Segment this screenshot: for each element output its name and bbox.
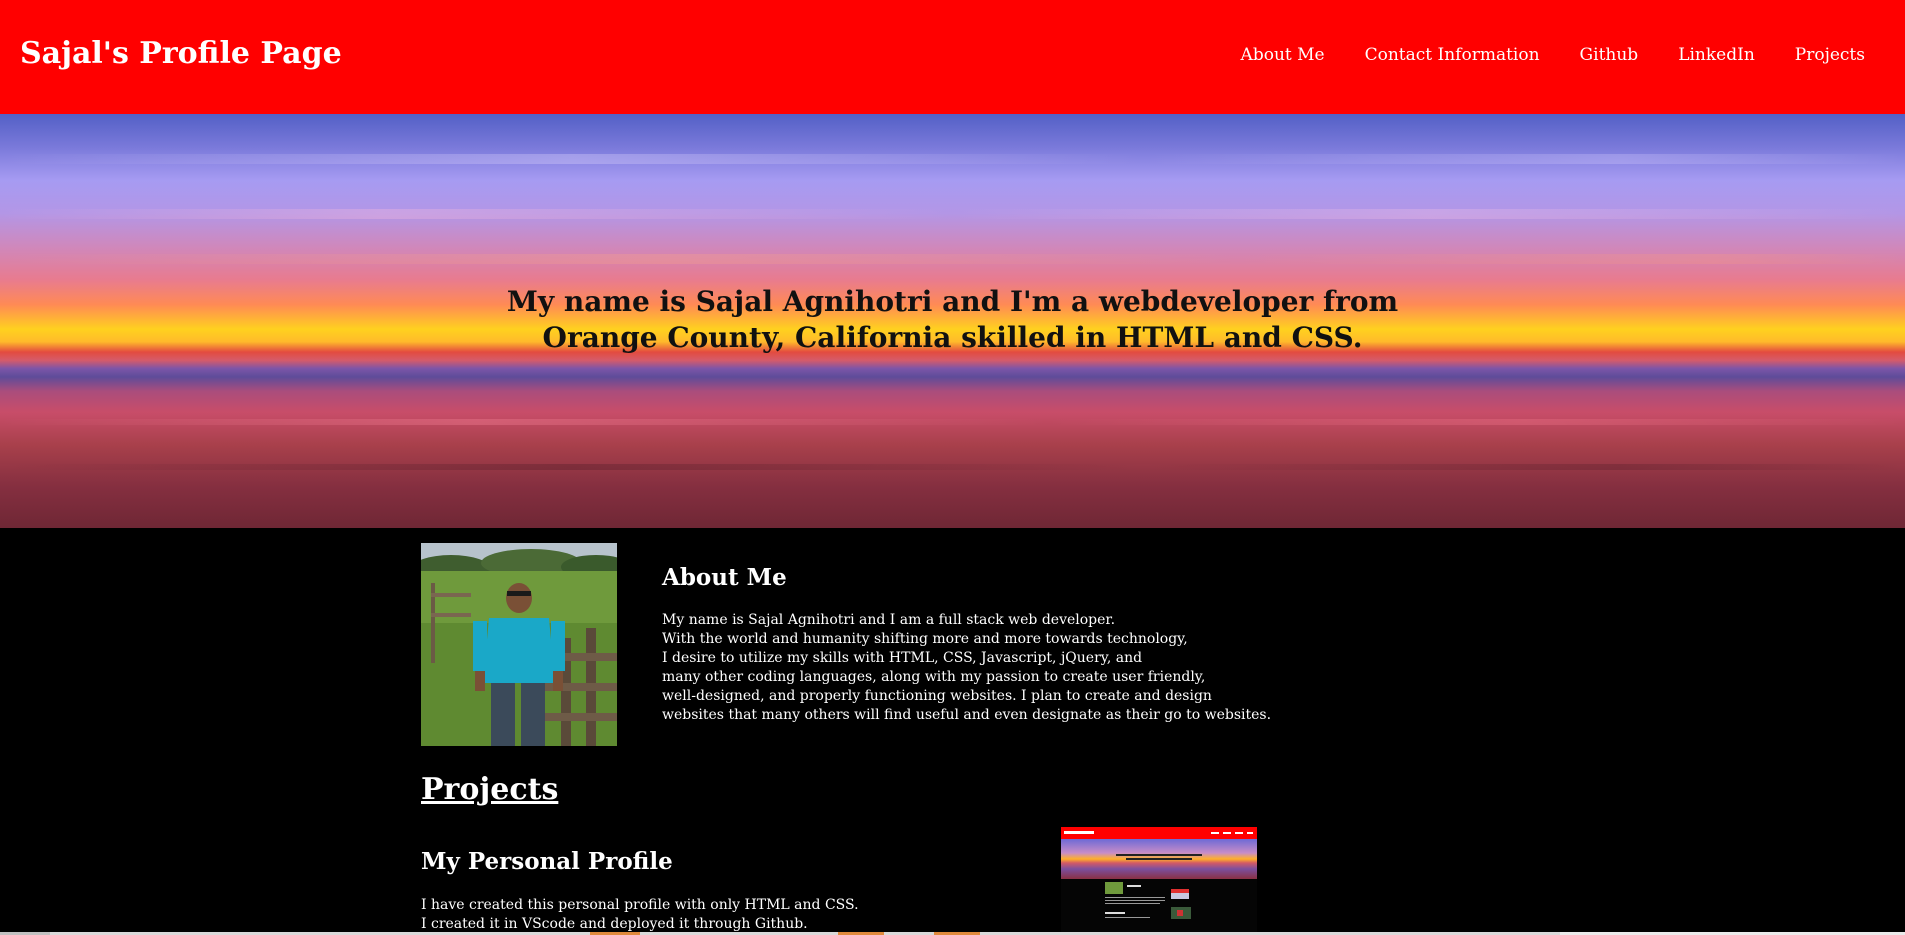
about-text-line: many other coding languages, along with …: [662, 669, 1206, 685]
hero-water-streak: [0, 419, 1905, 425]
about-text-line: websites that many others will find usef…: [662, 707, 1272, 723]
about-title: About Me: [662, 564, 787, 591]
nav-link-contact-information[interactable]: Contact Information: [1365, 42, 1540, 68]
about-text: My name is Sajal Agnihotri and I am a fu…: [662, 611, 1271, 725]
about-text-line: well-designed, and properly functioning …: [662, 688, 1212, 704]
about-text-line: With the world and humanity shifting mor…: [662, 631, 1188, 647]
nav-link-about-me[interactable]: About Me: [1241, 42, 1325, 68]
project-description: I have created this personal profile wit…: [421, 896, 859, 934]
project-thumbnail[interactable]: [1061, 827, 1257, 935]
hero-headline: My name is Sajal Agnihotri and I'm a web…: [506, 285, 1399, 354]
profile-photo: [421, 543, 617, 746]
project-description-line: I have created this personal profile wit…: [421, 897, 859, 913]
hero-cloud-streak: [0, 254, 1905, 264]
project-title: My Personal Profile: [421, 848, 673, 875]
hero-water-streak: [0, 464, 1905, 470]
hero-cloud-streak: [0, 209, 1905, 219]
hero-cloud-streak: [0, 154, 1905, 164]
nav-link-linkedin[interactable]: LinkedIn: [1678, 42, 1755, 68]
hero-banner: My name is Sajal Agnihotri and I'm a web…: [0, 114, 1905, 528]
site-header: Sajal's Profile Page About Me Contact In…: [0, 0, 1905, 114]
nav-link-projects[interactable]: Projects: [1795, 42, 1865, 68]
main-nav: About Me Contact Information Github Link…: [1241, 42, 1905, 68]
about-text-line: My name is Sajal Agnihotri and I am a fu…: [662, 612, 1116, 628]
about-text-line: I desire to utilize my skills with HTML,…: [662, 650, 1143, 666]
site-title: Sajal's Profile Page: [20, 36, 342, 71]
projects-title: Projects: [421, 772, 559, 807]
nav-link-github[interactable]: Github: [1580, 42, 1639, 68]
